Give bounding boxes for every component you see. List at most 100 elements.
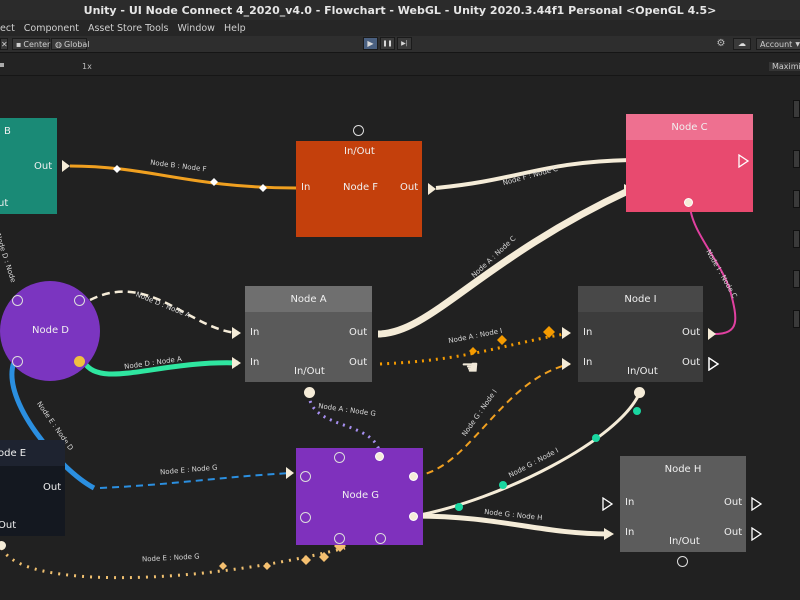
node-c[interactable]: Node C xyxy=(626,114,753,212)
node-h-title: Node H xyxy=(664,463,702,475)
hand-cursor-icon: ☚ xyxy=(461,355,479,379)
cloud-button[interactable]: ☁ xyxy=(733,38,751,50)
node-h-input-port-icon[interactable] xyxy=(602,497,614,511)
node-i[interactable]: Node I In Out In Out In/Out xyxy=(578,286,703,382)
node-f-top-port[interactable] xyxy=(353,125,364,136)
node-f-in-label: In xyxy=(301,182,311,193)
node-c-header[interactable]: Node C xyxy=(626,114,753,140)
node-i-bottom-port[interactable] xyxy=(634,387,645,398)
menu-item-asset-store-tools[interactable]: Asset Store Tools xyxy=(88,23,169,34)
arrow-marker xyxy=(286,467,294,479)
arrow-marker xyxy=(62,160,70,172)
cloud-icon: ☁ xyxy=(738,39,746,48)
node-a-bottom-port[interactable] xyxy=(304,387,315,398)
node-e-title: ode E xyxy=(0,447,27,459)
arrow-marker xyxy=(562,327,571,339)
node-a-out2-label: Out xyxy=(349,357,368,368)
node-e[interactable]: ode E Out Out xyxy=(0,440,65,536)
link-node-e-node-g-dotted[interactable] xyxy=(0,546,346,580)
node-b-out-label: Out xyxy=(34,161,53,172)
menu-item-component[interactable]: Component xyxy=(24,23,79,34)
node-g-port-right-top[interactable] xyxy=(409,472,418,481)
diamond-marker xyxy=(301,555,311,565)
right-panel-tab[interactable] xyxy=(793,270,800,288)
node-g-port-right-bottom[interactable] xyxy=(409,512,418,521)
toolbar: ✕ ▪ Center ◍ Global ▶ ❚❚ ▶| ⚙ ☁ Account … xyxy=(0,36,800,53)
arrow-marker xyxy=(604,528,614,540)
node-d-port-bottom-left[interactable] xyxy=(12,356,23,367)
right-panel-tab[interactable] xyxy=(793,150,800,168)
diamond-marker xyxy=(259,184,267,192)
node-g-port-top-right[interactable] xyxy=(375,452,384,461)
node-g-port-bottom-left[interactable] xyxy=(334,533,345,544)
node-a-in2-label: In xyxy=(250,357,260,368)
node-g-port-bottom-right[interactable] xyxy=(375,533,386,544)
node-b-title: B xyxy=(4,126,11,137)
node-b[interactable]: B Out ut xyxy=(0,118,57,214)
chevron-down-icon: ▼ xyxy=(795,40,800,48)
menu-item-help[interactable]: Help xyxy=(224,23,246,34)
node-a[interactable]: Node A In Out In Out In/Out xyxy=(245,286,372,382)
node-g-port-left-top[interactable] xyxy=(300,471,311,482)
menu-item-edit[interactable]: ect xyxy=(0,23,15,34)
node-d-port-top-right[interactable] xyxy=(74,295,85,306)
node-a-out1-label: Out xyxy=(349,327,368,338)
node-d-title: Node D xyxy=(32,325,69,336)
account-dropdown[interactable]: Account ▼ xyxy=(756,38,800,50)
right-panel-tab[interactable] xyxy=(793,310,800,328)
account-label: Account xyxy=(760,39,793,49)
right-panel-tab[interactable] xyxy=(793,190,800,208)
maximize-on-play-button[interactable]: Maximize xyxy=(769,62,800,71)
link-node-d-node-a-dashed[interactable] xyxy=(89,290,239,335)
node-g-port-left-bottom[interactable] xyxy=(300,512,311,523)
step-button[interactable]: ▶| xyxy=(397,37,412,50)
play-button[interactable]: ▶ xyxy=(363,37,378,50)
transform-tool-button[interactable]: ✕ xyxy=(0,38,8,50)
node-h-output2-port-icon[interactable] xyxy=(751,527,763,541)
node-h[interactable]: Node H In Out In Out In/Out xyxy=(620,456,746,552)
center-icon: ▪ xyxy=(16,39,22,49)
node-g[interactable]: Node G xyxy=(296,448,423,545)
pivot-global-button[interactable]: ◍ Global xyxy=(51,38,90,50)
waypoint-dot xyxy=(499,481,507,489)
node-h-bottom-port[interactable] xyxy=(677,556,688,567)
center-label: Center xyxy=(23,39,51,49)
node-h-output1-port-icon[interactable] xyxy=(751,497,763,511)
cross-icon: ✕ xyxy=(1,39,8,49)
diamond-marker xyxy=(113,165,121,173)
node-d[interactable]: Node D xyxy=(0,281,100,381)
node-h-inout-label: In/Out xyxy=(669,536,700,547)
pivot-center-button[interactable]: ▪ Center xyxy=(12,38,50,50)
node-i-in2-label: In xyxy=(583,357,593,368)
node-g-port-top-left[interactable] xyxy=(334,452,345,463)
node-c-bottom-port[interactable] xyxy=(684,198,693,207)
node-i-header[interactable]: Node I xyxy=(578,286,703,312)
node-c-output-port-icon[interactable] xyxy=(738,154,750,168)
node-e-header[interactable]: ode E xyxy=(0,440,65,466)
node-b-partial-label: ut xyxy=(0,198,9,209)
arrow-marker xyxy=(562,358,571,370)
link-node-e-node-g-dashed[interactable] xyxy=(99,472,293,489)
pause-button[interactable]: ❚❚ xyxy=(380,37,395,50)
node-a-inout-label: In/Out xyxy=(294,366,325,377)
diamond-marker xyxy=(469,347,477,355)
right-panel-tab[interactable] xyxy=(793,230,800,248)
node-d-port-top-left[interactable] xyxy=(12,295,23,306)
game-view-canvas[interactable]: Node B : Node F Node F : Node C Node A :… xyxy=(0,76,800,600)
node-e-partial-label: Out xyxy=(0,520,17,531)
node-e-out-label: Out xyxy=(43,482,62,493)
node-h-in1-label: In xyxy=(625,497,635,508)
node-a-header[interactable]: Node A xyxy=(245,286,372,312)
node-f[interactable]: In/Out Node F In Out xyxy=(296,141,422,237)
node-a-title: Node A xyxy=(290,293,327,305)
node-h-header[interactable]: Node H xyxy=(620,456,746,482)
node-h-out1-label: Out xyxy=(724,497,743,508)
global-label: Global xyxy=(63,39,90,49)
menu-item-window[interactable]: Window xyxy=(177,23,214,34)
services-gear-icon[interactable]: ⚙ xyxy=(715,38,727,50)
node-i-lower-out-port-icon[interactable] xyxy=(708,357,720,371)
scale-slider-handle[interactable] xyxy=(0,63,4,67)
node-d-port-bottom-right[interactable] xyxy=(74,356,85,367)
right-panel-tab[interactable] xyxy=(793,100,800,118)
node-c-title: Node C xyxy=(671,121,708,133)
